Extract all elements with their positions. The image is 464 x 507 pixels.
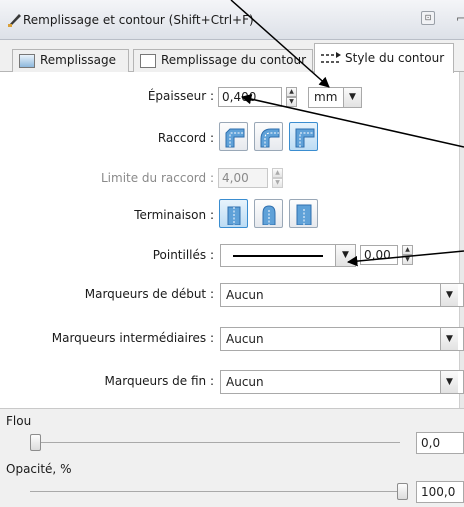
end-markers-select[interactable]: Aucun ▼ xyxy=(220,370,464,394)
round-cap-button[interactable] xyxy=(254,199,283,228)
mid-markers-label: Marqueurs intermédiaires : xyxy=(51,331,214,345)
unit-value: mm xyxy=(314,90,338,104)
miter-limit-label: Limite du raccord : xyxy=(100,171,214,185)
stroke-paint-swatch-icon xyxy=(140,54,156,68)
dash-offset-spinner[interactable]: ▲ ▼ xyxy=(402,245,413,265)
tab-fill[interactable]: Remplissage xyxy=(12,49,129,72)
chevron-down-icon[interactable]: ▼ xyxy=(343,88,361,107)
mid-markers-select[interactable]: Aucun ▼ xyxy=(220,327,464,351)
panel-scroll-edge xyxy=(459,72,464,408)
butt-cap-button[interactable] xyxy=(219,199,248,228)
dash-offset-field[interactable]: 0,00 xyxy=(360,245,398,265)
tab-fill-label: Remplissage xyxy=(40,53,117,67)
bevel-join-button[interactable] xyxy=(219,122,248,151)
tab-stroke-style[interactable]: Style du contour xyxy=(314,43,454,73)
dash-pattern-preview xyxy=(233,255,323,257)
spin-down-icon[interactable]: ▼ xyxy=(286,97,297,107)
opacity-value-field[interactable]: 100,0 xyxy=(416,481,464,503)
chevron-down-icon[interactable]: ▼ xyxy=(440,328,458,350)
stroke-width-spinner[interactable]: ▲ ▼ xyxy=(286,87,297,107)
opacity-slider-track[interactable] xyxy=(30,491,404,492)
start-markers-label: Marqueurs de début : xyxy=(84,287,214,301)
spin-down-icon[interactable]: ▼ xyxy=(402,255,413,265)
stroke-style-icon xyxy=(321,52,341,63)
blend-section xyxy=(0,409,464,507)
blur-slider-thumb[interactable] xyxy=(30,434,41,451)
round-cap-icon xyxy=(262,205,276,225)
miter-join-icon xyxy=(295,128,315,148)
stroke-width-label: Épaisseur : xyxy=(147,89,214,103)
mid-markers-value: Aucun xyxy=(226,332,264,346)
spin-up-icon[interactable]: ▲ xyxy=(402,245,413,255)
miter-limit-spinner[interactable]: ▲ ▼ xyxy=(272,168,283,188)
opacity-label: Opacité, % xyxy=(6,462,72,476)
start-markers-select[interactable]: Aucun ▼ xyxy=(220,283,464,307)
tab-stroke-style-label: Style du contour xyxy=(345,51,445,65)
miter-join-button[interactable] xyxy=(289,122,318,151)
window-title: Remplissage et contour (Shift+Ctrl+F) xyxy=(23,13,254,27)
blur-slider-track[interactable] xyxy=(34,442,400,443)
round-join-button[interactable] xyxy=(254,122,283,151)
chevron-down-icon[interactable]: ▼ xyxy=(440,284,458,306)
window-close-icon[interactable]: ⌐ xyxy=(456,12,464,25)
start-markers-value: Aucun xyxy=(226,288,264,302)
dash-pattern-select[interactable]: ▼ xyxy=(220,244,356,267)
fill-swatch-icon xyxy=(19,54,35,68)
stroke-width-field[interactable]: 0,400 xyxy=(218,87,282,107)
blur-label: Flou xyxy=(6,414,32,428)
butt-cap-icon xyxy=(227,206,241,225)
tab-bar: Remplissage Remplissage du contour Style… xyxy=(0,40,464,73)
opacity-slider-thumb[interactable] xyxy=(397,483,408,500)
tab-stroke-paint-label: Remplissage du contour xyxy=(161,53,306,67)
square-cap-icon xyxy=(296,204,312,225)
cap-label: Terminaison : xyxy=(134,208,214,222)
spin-down-icon[interactable]: ▼ xyxy=(272,178,283,188)
spin-up-icon[interactable]: ▲ xyxy=(286,87,297,97)
fill-stroke-dialog-icon xyxy=(8,14,21,27)
bevel-join-icon xyxy=(225,128,245,148)
end-markers-label: Marqueurs de fin : xyxy=(104,374,214,388)
window-titlebar: Remplissage et contour (Shift+Ctrl+F) ⊡ … xyxy=(0,0,464,40)
dash-label: Pointillés : xyxy=(152,248,214,262)
unit-select[interactable]: mm ▼ xyxy=(308,87,362,108)
dock-toggle-button[interactable]: ⊡ xyxy=(421,11,435,25)
miter-limit-field[interactable]: 4,00 xyxy=(218,168,268,188)
chevron-down-icon[interactable]: ▼ xyxy=(440,371,458,393)
chevron-down-icon[interactable]: ▼ xyxy=(335,245,355,266)
round-join-icon xyxy=(260,128,280,148)
tab-stroke-paint[interactable]: Remplissage du contour xyxy=(133,49,313,72)
spin-up-icon[interactable]: ▲ xyxy=(272,168,283,178)
square-cap-button[interactable] xyxy=(289,199,318,228)
blur-value-field[interactable]: 0,0 xyxy=(416,432,464,454)
end-markers-value: Aucun xyxy=(226,375,264,389)
join-label: Raccord : xyxy=(157,131,214,145)
